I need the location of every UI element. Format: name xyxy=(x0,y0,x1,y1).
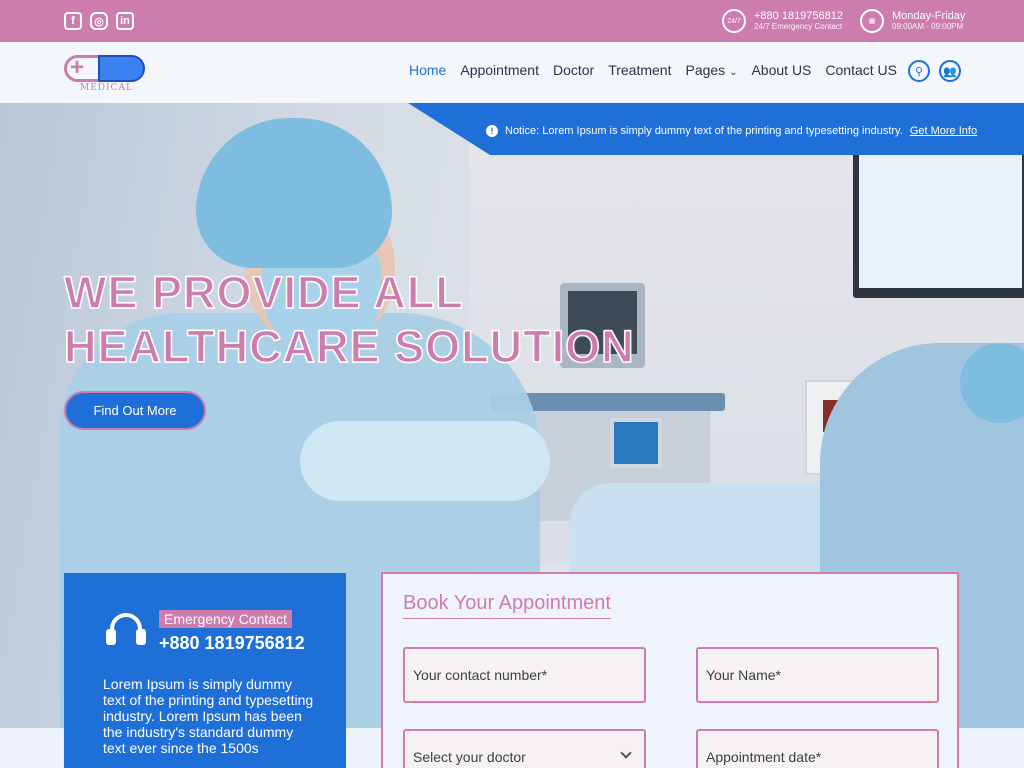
site-logo[interactable]: + MEDICAL xyxy=(64,54,146,95)
appointment-form: Book Your Appointment Your contact numbe… xyxy=(381,572,959,768)
hero-nurse-cap xyxy=(196,118,392,268)
logo-plus-icon: + xyxy=(70,54,85,81)
info-icon: ! xyxy=(486,125,498,137)
top-bar: f ◎ in 24/7 +880 1819756812 24/7 Emergen… xyxy=(0,0,1024,42)
nav-item-pages-label: Pages xyxy=(685,62,726,78)
opening-hours-info: ▦ Monday-Friday 09:00AM - 09:00PM xyxy=(860,9,965,33)
hero-bg-tv xyxy=(853,148,1024,298)
facebook-icon[interactable]: f xyxy=(64,12,82,30)
name-field[interactable]: Your Name* xyxy=(696,647,939,703)
find-out-more-button[interactable]: Find Out More xyxy=(64,391,206,430)
instagram-icon[interactable]: ◎ xyxy=(90,12,108,30)
top-phone: +880 1819756812 xyxy=(754,10,844,22)
emergency-description: Lorem Ipsum is simply dummy text of the … xyxy=(103,676,314,756)
calendar-icon: ▦ xyxy=(860,9,884,33)
users-icon[interactable]: 👥 xyxy=(939,60,961,82)
logo-pill-shape xyxy=(98,55,145,82)
nav-item-doctor[interactable]: Doctor xyxy=(553,62,594,78)
nav-item-about[interactable]: About US xyxy=(751,62,811,78)
hero-headline-line2: HEALTHCARE SOLUTION xyxy=(63,320,635,373)
emergency-tag: Emergency Contact xyxy=(159,610,292,628)
contact-number-field[interactable]: Your contact number* xyxy=(403,647,646,703)
linkedin-icon[interactable]: in xyxy=(116,12,134,30)
logo-text: MEDICAL xyxy=(80,83,133,93)
notice-banner: ! Notice: Lorem Ipsum is simply dummy te… xyxy=(408,103,1024,155)
nav-item-home[interactable]: Home xyxy=(409,62,446,78)
emergency-card: Emergency Contact +880 1819756812 Lorem … xyxy=(64,573,346,768)
search-icon[interactable]: ⚲ xyxy=(908,60,930,82)
hero-bg-device xyxy=(610,418,662,468)
doctor-select-value: Select your doctor xyxy=(413,749,526,765)
headset-icon xyxy=(106,611,146,651)
emergency-phone-info[interactable]: 24/7 +880 1819756812 24/7 Emergency Cont… xyxy=(722,9,843,33)
hero-headline: WE PROVIDE ALL HEALTHCARE SOLUTION xyxy=(63,266,635,374)
emergency-phone[interactable]: +880 1819756812 xyxy=(159,633,305,654)
appointment-date-field[interactable]: Appointment date* xyxy=(696,729,939,768)
notice-link[interactable]: Get More Info xyxy=(910,125,977,137)
chevron-down-icon: ⌄ xyxy=(729,67,738,78)
social-links: f ◎ in xyxy=(64,12,134,30)
nav-menu: Home Appointment Doctor Treatment Pages … xyxy=(409,62,897,78)
chevron-down-icon xyxy=(620,747,632,759)
nav-item-appointment[interactable]: Appointment xyxy=(460,62,539,78)
top-phone-caption: 24/7 Emergency Contact xyxy=(754,22,843,31)
appointment-title: Book Your Appointment xyxy=(403,592,611,619)
hours-time: 09:00AM - 09:00PM xyxy=(892,22,964,31)
doctor-select[interactable]: Select your doctor xyxy=(403,729,646,768)
hero-headline-line1: WE PROVIDE ALL xyxy=(63,266,464,319)
nav-item-pages[interactable]: Pages ⌄ xyxy=(685,62,737,78)
nav-item-contact[interactable]: Contact US xyxy=(825,62,897,78)
hero-nurse-arm xyxy=(300,421,550,501)
hours-title: Monday-Friday xyxy=(892,10,966,22)
nav-item-treatment[interactable]: Treatment xyxy=(608,62,671,78)
notice-text: Notice: Lorem Ipsum is simply dummy text… xyxy=(505,125,903,137)
clock-24-icon: 24/7 xyxy=(722,9,746,33)
main-navbar: + MEDICAL Home Appointment Doctor Treatm… xyxy=(0,42,1024,103)
